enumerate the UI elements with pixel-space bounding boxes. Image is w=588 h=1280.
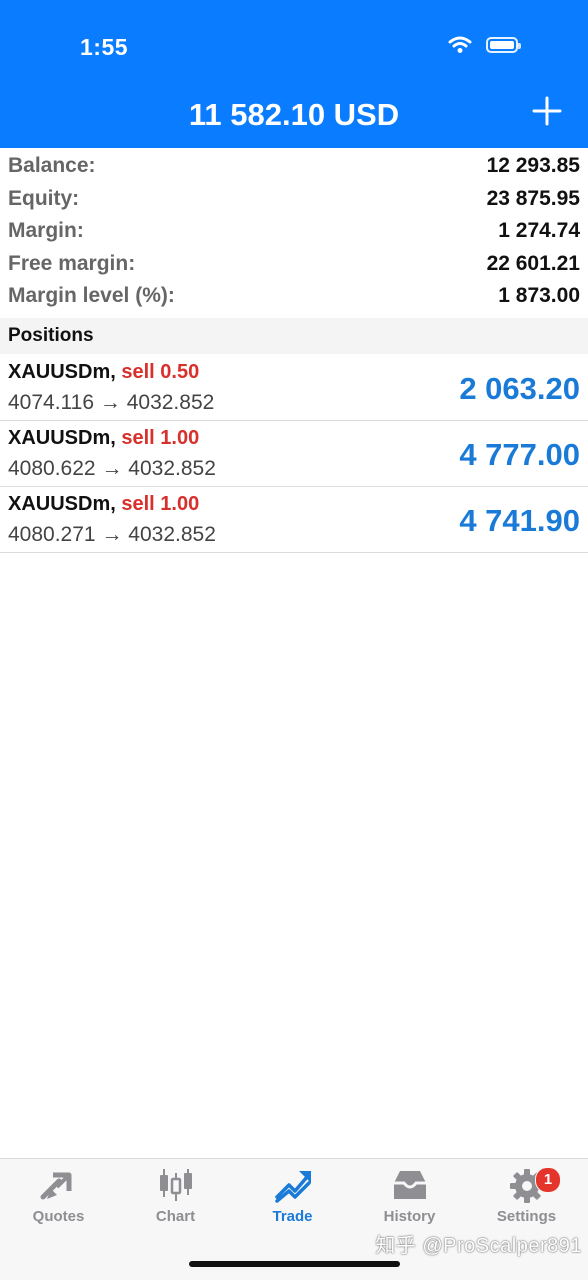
tab-settings[interactable]: 1 Settings <box>468 1167 585 1237</box>
arrow-icon: → <box>99 391 121 414</box>
positions-section-header: Positions <box>0 318 588 354</box>
summary-label: Balance: <box>8 154 96 178</box>
position-row[interactable]: XAUUSDm, sell 1.00 4080.271 → 4032.852 4… <box>0 487 588 553</box>
position-side: sell 0.50 <box>121 361 200 383</box>
position-open-price: 4080.622 <box>8 457 96 480</box>
tab-label: Trade <box>272 1208 313 1225</box>
summary-row-margin-level: Margin level (%): 1 873.00 <box>0 280 588 313</box>
position-profit: 4 777.00 <box>459 437 580 472</box>
home-indicator[interactable] <box>189 1261 400 1267</box>
tab-quotes[interactable]: Quotes <box>0 1167 117 1237</box>
summary-label: Margin level (%): <box>8 284 175 308</box>
tab-label: Chart <box>155 1208 196 1225</box>
status-icons <box>448 36 521 54</box>
summary-row-free-margin: Free margin: 22 601.21 <box>0 248 588 281</box>
summary-row-margin: Margin: 1 274.74 <box>0 215 588 248</box>
positions-list: XAUUSDm, sell 0.50 4074.116 → 4032.852 2… <box>0 355 588 553</box>
position-symbol: XAUUSDm, <box>8 361 116 383</box>
summary-label: Equity: <box>8 186 80 210</box>
arrow-icon: → <box>101 457 123 480</box>
position-row[interactable]: XAUUSDm, sell 1.00 4080.622 → 4032.852 4… <box>0 421 588 487</box>
tab-chart[interactable]: Chart <box>117 1167 234 1237</box>
account-summary: Balance: 12 293.85 Equity: 23 875.95 Mar… <box>0 150 588 313</box>
summary-row-balance: Balance: 12 293.85 <box>0 150 588 183</box>
position-open-price: 4080.271 <box>8 523 96 546</box>
battery-icon <box>486 37 521 53</box>
wifi-icon <box>448 36 472 53</box>
summary-value: 23 875.95 <box>486 186 580 210</box>
summary-label: Margin: <box>8 219 84 243</box>
position-current-price: 4032.852 <box>126 391 215 414</box>
tab-label: History <box>383 1208 436 1225</box>
position-symbol: XAUUSDm, <box>8 493 116 515</box>
notification-badge: 1 <box>535 1167 561 1193</box>
account-equity-title: 11 582.10 USD <box>188 97 400 132</box>
summary-value: 1 873.00 <box>498 284 580 308</box>
position-open-price: 4074.116 <box>8 391 95 414</box>
arrow-icon: → <box>101 523 123 546</box>
position-row[interactable]: XAUUSDm, sell 0.50 4074.116 → 4032.852 2… <box>0 355 588 421</box>
candlestick-chart-icon <box>159 1169 192 1201</box>
watermark: 知乎 @ProScalper891 <box>375 1235 582 1257</box>
position-symbol: XAUUSDm, <box>8 427 116 449</box>
position-profit: 2 063.20 <box>459 371 580 406</box>
app-header: 1:55 11 582.10 USD <box>0 0 588 148</box>
summary-value: 12 293.85 <box>486 154 580 178</box>
tab-trade[interactable]: Trade <box>234 1167 351 1237</box>
quotes-icon <box>40 1172 71 1200</box>
position-side: sell 1.00 <box>121 493 200 515</box>
position-profit: 4 741.90 <box>459 503 580 538</box>
tab-label: Settings <box>496 1208 557 1225</box>
plus-icon[interactable] <box>532 96 562 126</box>
tab-history[interactable]: History <box>351 1167 468 1237</box>
summary-value: 1 274.74 <box>498 219 580 243</box>
position-current-price: 4032.852 <box>128 457 216 480</box>
trade-trend-icon <box>274 1171 311 1203</box>
summary-value: 22 601.21 <box>486 251 580 275</box>
status-time: 1:55 <box>80 34 129 60</box>
summary-row-equity: Equity: 23 875.95 <box>0 183 588 216</box>
inbox-history-icon <box>393 1171 426 1199</box>
tab-label: Quotes <box>32 1208 85 1225</box>
position-current-price: 4032.852 <box>128 523 216 546</box>
summary-label: Free margin: <box>8 251 136 275</box>
position-side: sell 1.00 <box>121 427 200 449</box>
